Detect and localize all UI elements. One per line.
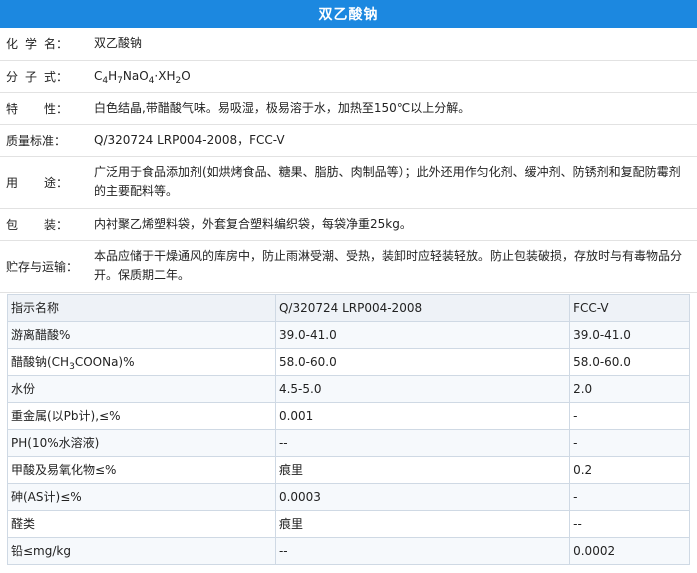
value-property: 白色结晶,带醋酸气味。易吸湿，极易溶于水，加热至150℃以上分解。: [88, 92, 697, 125]
spec-cell-standard: 0.0003: [274, 482, 571, 511]
value-storage: 本品应储于干燥通风的库房中，防止雨淋受潮、受热，装卸时应轻装轻放。防止包装破损，…: [88, 240, 697, 293]
spec-header-standard: Q/320724 LRP004-2008: [274, 293, 571, 322]
page-title: 双乙酸钠: [0, 0, 697, 28]
spec-cell-name: 甲酸及易氧化物≤%: [7, 455, 276, 484]
prop-row-chem-name: 化学名： 双乙酸钠: [0, 28, 697, 61]
label-property: 特性：: [6, 101, 68, 116]
value-chem-name: 双乙酸钠: [88, 28, 697, 61]
value-packaging: 内衬聚乙烯塑料袋，外套复合塑料编织袋，每袋净重25kg。: [88, 208, 697, 241]
spec-cell-fcc: -: [569, 482, 690, 511]
spec-cell-name: PH(10%水溶液): [7, 428, 276, 457]
spec-cell-standard: 39.0-41.0: [274, 320, 571, 349]
spec-header-fcc: FCC-V: [569, 293, 690, 322]
spec-cell-standard: 痕里: [274, 455, 571, 484]
value-formula: C4H7NaO4·XH2O: [88, 60, 697, 93]
spec-cell-fcc: 0.0002: [569, 536, 690, 565]
spec-cell-fcc: --: [569, 509, 690, 538]
spec-cell-name: 砷(AS计)≤%: [7, 482, 276, 511]
prop-row-formula: 分子式： C4H7NaO4·XH2O: [0, 60, 697, 93]
table-row: 醛类 痕里 --: [7, 509, 690, 538]
label-usage: 用途：: [6, 175, 68, 190]
spec-header-indicator: 指示名称: [7, 293, 276, 322]
spec-cell-fcc: 2.0: [569, 374, 690, 403]
spec-cell-name: 醋酸钠(CH3COONa)%: [7, 347, 276, 376]
spec-cell-name: 游离醋酸%: [7, 320, 276, 349]
prop-row-standard: 质量标准： Q/320724 LRP004-2008，FCC-V: [0, 124, 697, 157]
prop-row-packaging: 包装： 内衬聚乙烯塑料袋，外套复合塑料编织袋，每袋净重25kg。: [0, 208, 697, 241]
spec-cell-name: 醛类: [7, 509, 276, 538]
spec-cell-fcc: 58.0-60.0: [569, 347, 690, 376]
spec-cell-standard: 4.5-5.0: [274, 374, 571, 403]
table-row: 水份 4.5-5.0 2.0: [7, 374, 690, 403]
spec-table: 指示名称 Q/320724 LRP004-2008 FCC-V 游离醋酸% 39…: [7, 293, 690, 565]
spec-cell-standard: 痕里: [274, 509, 571, 538]
spec-cell-fcc: 39.0-41.0: [569, 320, 690, 349]
label-standard: 质量标准：: [6, 133, 67, 148]
table-row: PH(10%水溶液) -- -: [7, 428, 690, 457]
spec-cell-standard: 58.0-60.0: [274, 347, 571, 376]
spec-cell-standard: 0.001: [274, 401, 571, 430]
value-standard: Q/320724 LRP004-2008，FCC-V: [88, 124, 697, 157]
table-row: 游离醋酸% 39.0-41.0 39.0-41.0: [7, 320, 690, 349]
table-row: 醋酸钠(CH3COONa)% 58.0-60.0 58.0-60.0: [7, 347, 690, 376]
value-usage: 广泛用于食品添加剂(如烘烤食品、糖果、脂肪、肉制品等）；此外还用作匀化剂、缓冲剂…: [88, 156, 697, 209]
table-row: 甲酸及易氧化物≤% 痕里 0.2: [7, 455, 690, 484]
spec-cell-name: 水份: [7, 374, 276, 403]
label-storage: 贮存与运输：: [6, 259, 79, 274]
label-packaging: 包装：: [6, 217, 68, 232]
prop-row-usage: 用途： 广泛用于食品添加剂(如烘烤食品、糖果、脂肪、肉制品等）；此外还用作匀化剂…: [0, 156, 697, 209]
table-row: 砷(AS计)≤% 0.0003 -: [7, 482, 690, 511]
spec-cell-name: 铅≤mg/kg: [7, 536, 276, 565]
label-formula: 分子式：: [6, 69, 68, 84]
prop-row-storage: 贮存与运输： 本品应储于干燥通风的库房中，防止雨淋受潮、受热，装卸时应轻装轻放。…: [0, 240, 697, 293]
prop-row-property: 特性： 白色结晶,带醋酸气味。易吸湿，极易溶于水，加热至150℃以上分解。: [0, 92, 697, 125]
properties-table: 化学名： 双乙酸钠 分子式： C4H7NaO4·XH2O 特性： 白色结晶,带醋…: [0, 28, 697, 293]
spec-cell-fcc: -: [569, 428, 690, 457]
table-row: 重金属(以Pb计),≤% 0.001 -: [7, 401, 690, 430]
label-chem-name: 化学名：: [6, 37, 68, 52]
table-row: 铅≤mg/kg -- 0.0002: [7, 536, 690, 565]
spec-header-row: 指示名称 Q/320724 LRP004-2008 FCC-V: [7, 293, 690, 322]
spec-cell-name: 重金属(以Pb计),≤%: [7, 401, 276, 430]
spec-cell-standard: --: [274, 536, 571, 565]
spec-cell-fcc: -: [569, 401, 690, 430]
spec-cell-fcc: 0.2: [569, 455, 690, 484]
spec-cell-standard: --: [274, 428, 571, 457]
